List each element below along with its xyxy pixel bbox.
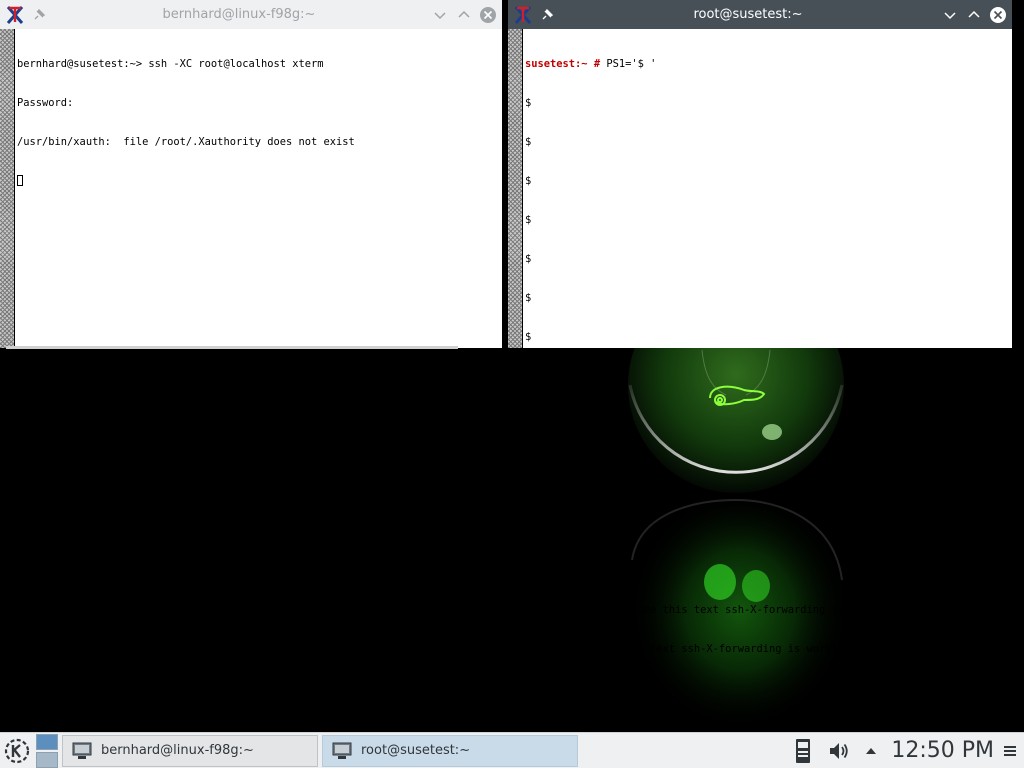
task-root-terminal[interactable]: root@susetest:~ bbox=[322, 734, 578, 767]
maximize-button[interactable] bbox=[454, 5, 474, 25]
terminal-line: $ bbox=[525, 214, 532, 226]
prompt-command: PS1='$ ' bbox=[600, 58, 657, 70]
terminal-output: susetest:~ # PS1='$ ' $ $ $ $ $ $ $ $ $ … bbox=[525, 32, 1008, 721]
terminal-cursor-line: $ bbox=[525, 682, 1008, 695]
xterm-icon[interactable] bbox=[512, 4, 534, 26]
terminal-line: bernhard@susetest:~> ssh -XC root@localh… bbox=[17, 58, 324, 70]
task-label: bernhard@linux-f98g:~ bbox=[101, 743, 254, 758]
terminal-line: $ bbox=[525, 253, 532, 265]
terminal-line: $ bbox=[525, 487, 532, 499]
terminal-output: bernhard@susetest:~> ssh -XC root@localh… bbox=[17, 32, 498, 214]
terminal-line: susetest:~ # PS1='$ ' bbox=[525, 58, 1008, 71]
xterm-window-bernhard[interactable]: bernhard@linux-f98g:~ bernhard@susetest:… bbox=[0, 0, 502, 349]
xterm-window-root[interactable]: root@susetest:~ susetest:~ # PS1='$ ' $ … bbox=[508, 0, 1012, 694]
terminal-line: Password: bbox=[17, 97, 74, 109]
chevron-up-icon bbox=[458, 10, 470, 18]
chevron-up-icon bbox=[968, 10, 980, 18]
desktop-1[interactable] bbox=[36, 733, 58, 750]
final-prompt: $ bbox=[525, 682, 538, 694]
application-launcher[interactable] bbox=[0, 733, 34, 768]
virtual-desktop-pager[interactable] bbox=[36, 733, 58, 768]
task-label: root@susetest:~ bbox=[361, 743, 471, 758]
chevron-down-icon bbox=[434, 11, 446, 19]
monitor-icon bbox=[331, 742, 353, 760]
terminal-line: $ bbox=[525, 175, 532, 187]
window-titlebar[interactable]: bernhard@linux-f98g:~ bbox=[0, 0, 502, 29]
terminal-cursor bbox=[17, 175, 23, 186]
terminal-line: /usr/bin/xauth: file /root/.Xauthority d… bbox=[17, 136, 355, 148]
terminal-line: $ bbox=[525, 448, 532, 460]
terminal-scrollbar[interactable] bbox=[508, 29, 523, 348]
window-titlebar[interactable]: root@susetest:~ bbox=[508, 0, 1012, 29]
minimize-button[interactable] bbox=[430, 5, 450, 25]
terminal-line: If you can see this text ssh-X-forwardin… bbox=[525, 643, 857, 655]
terminal-scrollbar[interactable] bbox=[0, 29, 15, 348]
terminal-line: $ bbox=[525, 97, 532, 109]
terminal-line: $ bbox=[525, 526, 532, 538]
kde-logo-icon bbox=[4, 738, 30, 763]
volume-icon[interactable] bbox=[827, 737, 851, 765]
pin-icon[interactable] bbox=[30, 6, 48, 24]
root-prompt: susetest:~ # bbox=[525, 58, 601, 70]
usb-drive-icon[interactable] bbox=[791, 737, 815, 765]
taskbar: bernhard@linux-f98g:~ root@susetest:~ 12… bbox=[0, 732, 1024, 768]
chevron-down-icon bbox=[944, 11, 956, 19]
menu-icon[interactable] bbox=[1002, 744, 1018, 758]
terminal-line: $ bbox=[525, 409, 532, 421]
terminal-line: $ bbox=[525, 292, 532, 304]
window-bottom-edge bbox=[6, 346, 458, 349]
pin-icon[interactable] bbox=[538, 6, 556, 24]
terminal-cursor bbox=[537, 682, 544, 693]
close-button[interactable] bbox=[988, 5, 1008, 25]
terminal-cursor-line bbox=[17, 175, 498, 188]
clock[interactable]: 12:50 PM bbox=[891, 738, 994, 763]
window-title: root@susetest:~ bbox=[693, 7, 803, 22]
terminal-line: $ bbox=[525, 136, 532, 148]
terminal-line: $ bbox=[525, 331, 532, 343]
task-bernhard-terminal[interactable]: bernhard@linux-f98g:~ bbox=[62, 734, 318, 767]
system-tray: 12:50 PM bbox=[785, 733, 1024, 768]
desktop-2[interactable] bbox=[36, 751, 58, 768]
expand-tray-icon[interactable] bbox=[863, 737, 879, 765]
xterm-icon[interactable] bbox=[4, 4, 26, 26]
close-icon bbox=[480, 6, 496, 23]
close-button[interactable] bbox=[478, 5, 498, 25]
terminal-line: $ echo If you can see this text ssh-X-fo… bbox=[525, 604, 901, 616]
monitor-icon bbox=[71, 742, 93, 760]
maximize-button[interactable] bbox=[964, 5, 984, 25]
close-icon bbox=[990, 6, 1006, 23]
terminal-line: $ bbox=[525, 565, 532, 577]
window-title: bernhard@linux-f98g:~ bbox=[162, 7, 316, 22]
minimize-button[interactable] bbox=[940, 5, 960, 25]
terminal-line: $ bbox=[525, 370, 532, 382]
